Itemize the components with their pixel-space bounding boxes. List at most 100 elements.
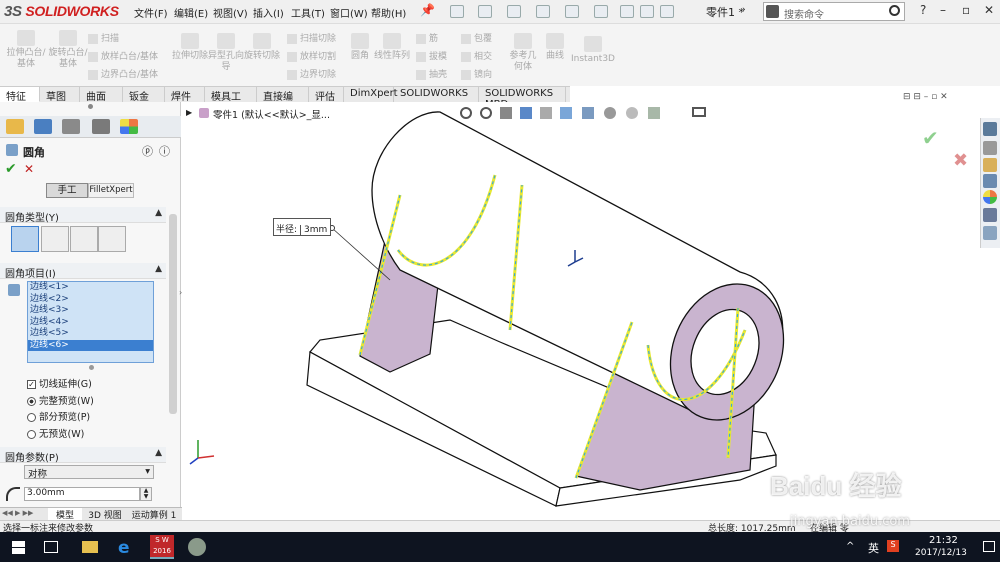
- fillet-button[interactable]: 圆角: [346, 33, 374, 62]
- print-icon[interactable]: [536, 5, 550, 18]
- list-item-selected[interactable]: 边线<6>: [28, 339, 153, 351]
- help-icon[interactable]: ?: [920, 3, 926, 17]
- menu-edit[interactable]: 编辑(E): [174, 5, 208, 20]
- clock-date[interactable]: 2017/12/13: [915, 548, 967, 558]
- search-scope-icon[interactable]: [766, 5, 779, 18]
- linear-pattern-button[interactable]: 线性阵列: [374, 33, 410, 62]
- list-item[interactable]: 边线<2>: [28, 294, 153, 306]
- chevron-right-icon[interactable]: ›: [742, 5, 746, 15]
- dimxpert-manager-icon[interactable]: [92, 119, 110, 134]
- menu-insert[interactable]: 插入(I): [253, 5, 284, 20]
- new-icon[interactable]: [450, 5, 464, 18]
- pin-icon[interactable]: 📌: [420, 3, 435, 17]
- tab-scroll-arrows[interactable]: ◀◀ ▶ ▶▶: [2, 509, 33, 517]
- viewport-nav-icons[interactable]: ⊟ ⊟ – ▫ ✕: [903, 92, 948, 102]
- radius-input[interactable]: 3.00mm: [24, 487, 140, 501]
- close-button[interactable]: ✕: [984, 3, 994, 17]
- resources-home-icon[interactable]: [983, 122, 997, 136]
- constant-size-fillet-button[interactable]: [11, 226, 39, 252]
- extrude-boss-button[interactable]: 拉伸凸台/基体: [5, 30, 47, 70]
- edge-browser-icon[interactable]: e: [118, 538, 130, 558]
- display-manager-icon[interactable]: [120, 119, 138, 134]
- save-icon[interactable]: [507, 5, 521, 18]
- open-icon[interactable]: [478, 5, 492, 18]
- tab-evaluate[interactable]: 评估: [309, 87, 344, 103]
- minimize-button[interactable]: –: [940, 3, 946, 17]
- tray-expand-icon[interactable]: ^: [846, 541, 854, 552]
- rebuild-icon[interactable]: [620, 5, 634, 18]
- paint-taskbar-icon[interactable]: [188, 538, 206, 556]
- mirror-button[interactable]: 镜向: [461, 67, 492, 80]
- restore-button[interactable]: ▫: [962, 3, 970, 17]
- boundary-cut-button[interactable]: 边界切除: [287, 67, 336, 80]
- file-explorer-taskbar-icon[interactable]: [82, 541, 98, 553]
- mode-filletxpert-tab[interactable]: FilletXpert: [88, 183, 134, 198]
- file-props-icon[interactable]: [640, 5, 654, 18]
- partial-preview-radio[interactable]: 部分预览(P): [27, 409, 90, 423]
- menu-view[interactable]: 视图(V): [213, 5, 248, 20]
- configuration-manager-icon[interactable]: [62, 119, 80, 134]
- reference-geometry-button[interactable]: 参考几何体: [507, 33, 539, 73]
- file-explorer-icon[interactable]: [983, 158, 997, 172]
- notification-icon[interactable]: [983, 541, 995, 552]
- solidworks-logo[interactable]: 3S SOLIDWORKS: [4, 3, 119, 20]
- search-icon[interactable]: [889, 5, 900, 16]
- search-command-input[interactable]: 搜索命令: [763, 2, 905, 21]
- undo-icon[interactable]: [565, 5, 579, 18]
- boundary-boss-button[interactable]: 边界凸台/基体: [88, 67, 158, 80]
- radius-spinner[interactable]: ▲ ▼: [140, 487, 152, 501]
- shell-button[interactable]: 抽壳: [416, 67, 447, 80]
- intersect-button[interactable]: 相交: [461, 49, 492, 62]
- fillet-method-select[interactable]: 对称 ▾: [24, 465, 154, 480]
- fillet-params-section-header[interactable]: 圆角参数(P) ▲: [0, 447, 166, 464]
- tab-mold-tools[interactable]: 模具工具: [205, 87, 257, 118]
- help-icon[interactable]: ⓟ: [142, 143, 153, 159]
- panel-grip-icon[interactable]: [88, 104, 93, 109]
- list-item[interactable]: 边线<3>: [28, 305, 153, 317]
- swept-cut-button[interactable]: 扫描切除: [287, 31, 336, 44]
- custom-properties-icon[interactable]: [983, 208, 997, 222]
- chevron-up-icon[interactable]: ▲: [155, 208, 162, 218]
- rib-button[interactable]: 筋: [416, 31, 438, 44]
- appearances-icon[interactable]: [983, 190, 997, 204]
- tab-model[interactable]: 模型: [48, 508, 82, 521]
- list-item[interactable]: 边线<4>: [28, 317, 153, 329]
- revolve-boss-button[interactable]: 旋转凸台/基体: [47, 30, 89, 70]
- variable-size-fillet-button[interactable]: [41, 226, 69, 252]
- tab-sheet-metal[interactable]: 钣金: [123, 87, 165, 103]
- tangent-propagation-checkbox[interactable]: ✓ 切线延伸(G): [27, 376, 92, 390]
- face-fillet-button[interactable]: [70, 226, 98, 252]
- tab-3d-view[interactable]: 3D 视图: [84, 508, 126, 521]
- menu-window[interactable]: 窗口(W): [330, 5, 368, 20]
- mode-manual-tab[interactable]: 手工: [46, 183, 88, 198]
- chevron-up-icon[interactable]: ▲: [155, 448, 162, 458]
- no-preview-radio[interactable]: 无预览(W): [27, 426, 84, 440]
- chevron-up-icon[interactable]: ▲: [155, 264, 162, 274]
- solidworks-taskbar-icon[interactable]: S W 2016: [150, 535, 174, 559]
- tab-mbd[interactable]: SOLIDWORKS MBD: [479, 87, 566, 110]
- wrap-button[interactable]: 包覆: [461, 31, 492, 44]
- tab-motion-study[interactable]: 运动算例 1: [128, 508, 180, 521]
- options-icon[interactable]: [660, 5, 674, 18]
- fillet-type-section-header[interactable]: 圆角类型(Y) ▲: [0, 207, 166, 224]
- panel-scrollbar[interactable]: [169, 214, 177, 414]
- lofted-cut-button[interactable]: 放样切割: [287, 49, 336, 62]
- list-resize-handle[interactable]: [89, 365, 94, 370]
- revolve-cut-button[interactable]: 旋转切除: [244, 33, 280, 62]
- loft-boss-button[interactable]: 放样凸台/基体: [88, 49, 158, 62]
- task-view-icon[interactable]: [44, 541, 58, 553]
- view-palette-icon[interactable]: [983, 174, 997, 188]
- tab-direct-editing[interactable]: 直接编辑: [257, 87, 309, 118]
- select-icon[interactable]: [594, 5, 608, 18]
- hole-wizard-button[interactable]: 异型孔向导: [208, 33, 244, 73]
- edge-selection-list[interactable]: 边线<1> 边线<2> 边线<3> 边线<4> 边线<5> 边线<6>: [27, 281, 154, 363]
- radius-callout[interactable]: 半径: 3mm: [273, 218, 331, 236]
- tab-weldments[interactable]: 焊件: [165, 87, 205, 103]
- draft-button[interactable]: 拔模: [416, 49, 447, 62]
- clock-time[interactable]: 21:32: [929, 535, 958, 546]
- tab-addins[interactable]: SOLIDWORKS 插件: [394, 87, 479, 114]
- full-preview-radio[interactable]: 完整预览(W): [27, 393, 94, 407]
- instant3d-button[interactable]: Instant3D: [571, 36, 615, 65]
- part-model-canvas[interactable]: [182, 102, 980, 520]
- windows-start-icon[interactable]: [12, 541, 25, 554]
